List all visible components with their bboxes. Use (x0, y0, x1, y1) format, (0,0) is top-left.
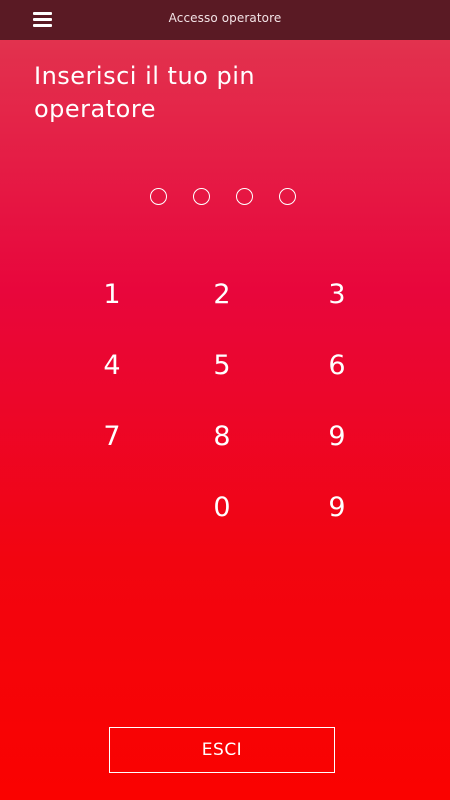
exit-button[interactable]: ESCI (109, 727, 335, 773)
page-title: Accesso operatore (168, 11, 282, 25)
pin-dot-4 (279, 188, 296, 205)
pin-indicator (150, 188, 298, 206)
keypad-key-8[interactable]: 8 (182, 408, 262, 464)
keypad-key-1[interactable]: 1 (72, 266, 152, 322)
pin-prompt-line-2: operatore (34, 95, 156, 123)
keypad-key-5[interactable]: 5 (182, 337, 262, 393)
pin-dot-3 (236, 188, 253, 205)
pin-prompt-line-1: Inserisci il tuo pin (34, 62, 256, 90)
keypad-key-3[interactable]: 3 (297, 266, 377, 322)
keypad-key-9[interactable]: 9 (297, 408, 377, 464)
keypad-key-6[interactable]: 6 (297, 337, 377, 393)
keypad-key-9-extra[interactable]: 9 (297, 479, 377, 535)
keypad-key-4[interactable]: 4 (72, 337, 152, 393)
pin-dot-2 (193, 188, 210, 205)
pin-dot-1 (150, 188, 167, 205)
keypad-key-7[interactable]: 7 (72, 408, 152, 464)
keypad-key-2[interactable]: 2 (182, 266, 262, 322)
top-app-bar: Accesso operatore (0, 0, 450, 40)
pin-prompt: Inserisci il tuo pin operatore (34, 60, 414, 126)
keypad-key-0[interactable]: 0 (182, 479, 262, 535)
